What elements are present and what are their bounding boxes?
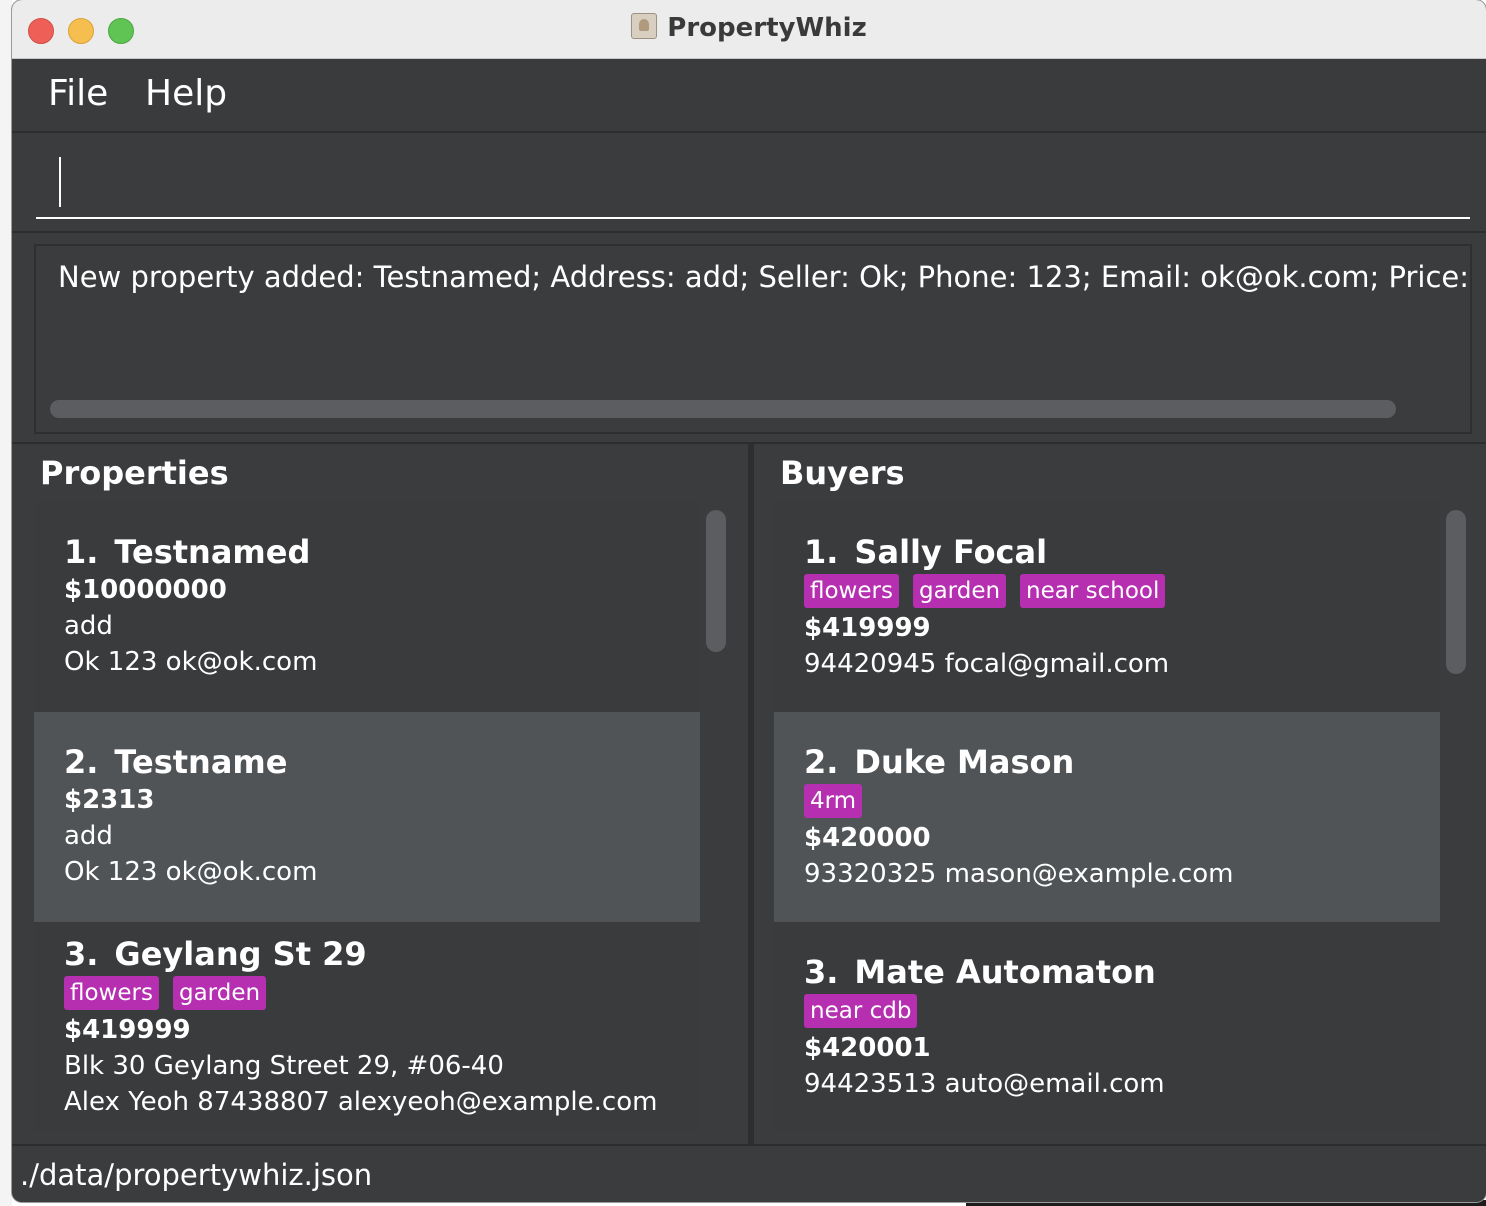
property-card-content: 3. Geylang St 29 flowers garden $419999 Bl… — [64, 934, 657, 1120]
property-price: $10000000 — [64, 575, 227, 605]
buyer-card-content: 3. Mate Automaton near cdb $420001 944235… — [804, 952, 1165, 1102]
buyers-list: 1. Sally Focal flowers garden near school $… — [774, 502, 1440, 1144]
property-price: $419999 — [64, 1015, 191, 1045]
property-name: Testname — [114, 743, 288, 781]
command-input[interactable] — [36, 147, 1470, 219]
property-card-content: 1. Testnamed $10000000 add Ok 123 ok@ok.c… — [64, 532, 317, 680]
buyer-tags: near cdb — [804, 994, 1165, 1030]
result-display: New property added: Testnamed; Address: … — [34, 244, 1472, 434]
app-window: PropertyWhiz File Help New property adde… — [12, 0, 1486, 1202]
property-card[interactable]: 1. Testnamed $10000000 add Ok 123 ok@ok.c… — [34, 502, 700, 712]
buyer-price: $420000 — [804, 823, 931, 853]
buyers-vertical-scrollbar[interactable] — [1446, 510, 1466, 674]
tag-label: garden — [912, 574, 1007, 608]
buyer-index: 1. — [804, 533, 839, 571]
menu-file[interactable]: File — [48, 73, 108, 114]
tag-label: flowers — [804, 574, 899, 608]
buyer-card[interactable]: 2. Duke Mason 4rm $420000 93320325 mason@… — [774, 712, 1440, 922]
tag-label: near cdb — [804, 994, 918, 1028]
property-address: Blk 30 Geylang Street 29, #06-40 — [64, 1051, 504, 1081]
property-title: 3. Geylang St 29 — [64, 934, 657, 974]
buyer-index: 3. — [804, 953, 839, 991]
buyer-name: Mate Automaton — [854, 953, 1156, 991]
property-title: 2. Testname — [64, 742, 317, 782]
property-card[interactable]: 2. Testname $2313 add Ok 123 ok@ok.com — [34, 712, 700, 922]
buyer-card[interactable]: 1. Sally Focal flowers garden near school $… — [774, 502, 1440, 712]
buyer-contact: 94420945 focal@gmail.com — [804, 649, 1170, 679]
window-title: PropertyWhiz — [667, 13, 867, 43]
tag-label: flowers — [64, 976, 159, 1010]
desktop-background — [0, 0, 12, 1206]
save-location: ./data/propertywhiz.json — [20, 1158, 373, 1192]
menu-help[interactable]: Help — [145, 73, 227, 114]
property-contact: Ok 123 ok@ok.com — [64, 647, 318, 677]
property-index: 1. — [64, 533, 99, 571]
property-card[interactable]: 3. Geylang St 29 flowers garden $419999 Bl… — [34, 922, 700, 1132]
property-tags: flowers garden — [64, 976, 657, 1012]
buyer-contact: 94423513 auto@email.com — [804, 1069, 1165, 1099]
title-bar: PropertyWhiz — [12, 0, 1486, 59]
buyers-title: Buyers — [780, 454, 905, 492]
buyer-title: 1. Sally Focal — [804, 532, 1179, 572]
pane-divider[interactable] — [748, 444, 754, 1144]
property-contact: Alex Yeoh 87438807 alexyeoh@example.com — [64, 1087, 658, 1117]
buyer-name: Sally Focal — [854, 533, 1048, 571]
buyer-card-content: 2. Duke Mason 4rm $420000 93320325 mason@… — [804, 742, 1234, 892]
text-caret — [59, 157, 61, 207]
property-contact: Ok 123 ok@ok.com — [64, 857, 318, 887]
property-name: Testnamed — [114, 533, 311, 571]
buyer-name: Duke Mason — [854, 743, 1075, 781]
property-title: 1. Testnamed — [64, 532, 317, 572]
property-price: $2313 — [64, 785, 155, 815]
buyer-index: 2. — [804, 743, 839, 781]
buyer-card[interactable]: 3. Mate Automaton near cdb $420001 944235… — [774, 922, 1440, 1132]
tag-label: near school — [1020, 574, 1166, 608]
buyer-tags: flowers garden near school — [804, 574, 1179, 610]
property-card-content: 2. Testname $2313 add Ok 123 ok@ok.com — [64, 742, 317, 890]
command-box — [12, 133, 1486, 233]
menu-bar: File Help — [12, 59, 1486, 133]
property-name: Geylang St 29 — [114, 935, 367, 973]
result-message: New property added: Testnamed; Address: … — [58, 260, 1472, 294]
property-index: 3. — [64, 935, 99, 973]
buyer-price: $420001 — [804, 1033, 931, 1063]
properties-title: Properties — [40, 454, 229, 492]
buyer-title: 3. Mate Automaton — [804, 952, 1165, 992]
properties-list: 1. Testnamed $10000000 add Ok 123 ok@ok.c… — [34, 502, 700, 1144]
buyer-title: 2. Duke Mason — [804, 742, 1234, 782]
property-index: 2. — [64, 743, 99, 781]
window-title-wrap: PropertyWhiz — [12, 13, 1486, 43]
status-bar: ./data/propertywhiz.json — [12, 1144, 1486, 1202]
buyer-price: $419999 — [804, 613, 931, 643]
properties-vertical-scrollbar[interactable] — [706, 510, 726, 652]
buyer-contact: 93320325 mason@example.com — [804, 859, 1234, 889]
buyer-tags: 4rm — [804, 784, 1234, 820]
property-address: add — [64, 611, 113, 641]
tag-label: garden — [172, 976, 267, 1010]
app-icon — [631, 13, 658, 39]
result-horizontal-scrollbar[interactable] — [50, 400, 1396, 418]
list-panes: Properties Buyers 1. Testnamed $10000000 … — [12, 442, 1486, 1144]
tag-label: 4rm — [804, 784, 863, 818]
property-address: add — [64, 821, 113, 851]
buyer-card-content: 1. Sally Focal flowers garden near school $… — [804, 532, 1179, 682]
